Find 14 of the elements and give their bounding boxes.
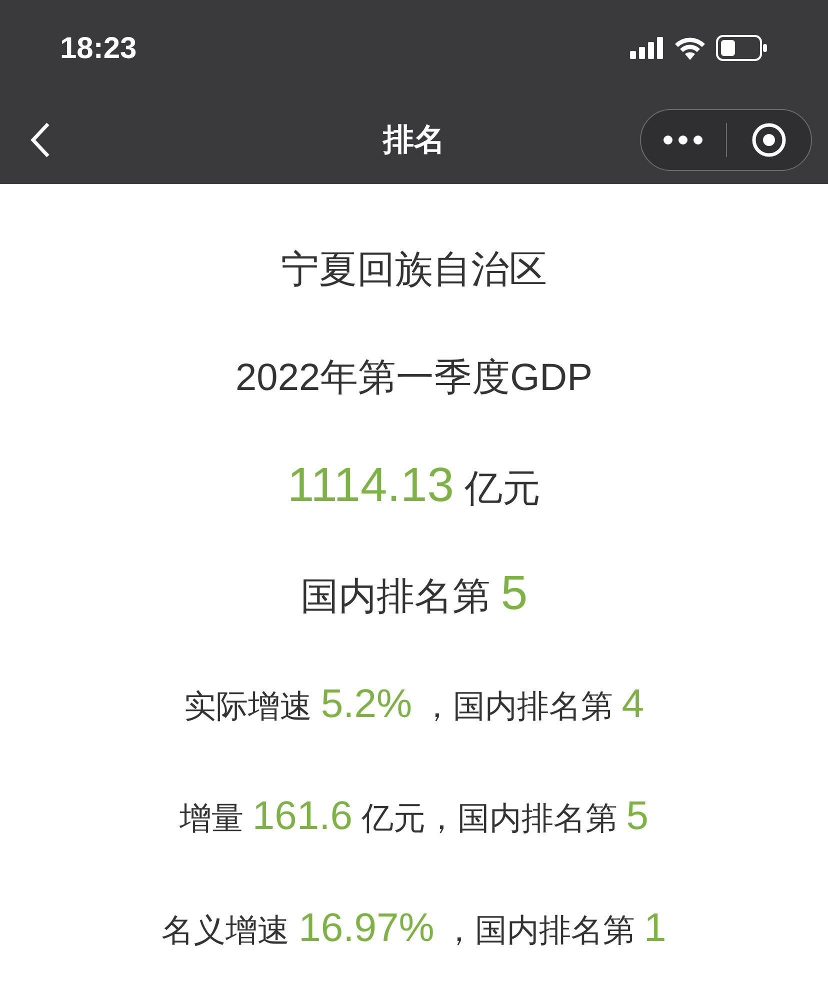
- info-line: 增量 161.6 亿元，国内排名第 5: [179, 793, 649, 840]
- info-line: 宁夏回族自治区: [281, 248, 547, 292]
- back-icon[interactable]: [30, 122, 52, 158]
- status-time: 18:23: [60, 30, 137, 66]
- info-line: 名义增速 16.97% ，国内排名第 1: [162, 905, 666, 952]
- info-line: 2022年第一季度GDP: [236, 356, 592, 400]
- wifi-icon: [674, 36, 706, 60]
- info-line: 1114.13 亿元: [288, 458, 540, 514]
- info-line: 国内排名第 5: [300, 566, 528, 622]
- page-title: 排名: [383, 120, 445, 159]
- info-line: 实际增速 5.2% ，国内排名第 4: [184, 681, 644, 728]
- signal-icon: [630, 37, 664, 59]
- battery-icon: [716, 35, 768, 61]
- more-icon[interactable]: [663, 135, 704, 145]
